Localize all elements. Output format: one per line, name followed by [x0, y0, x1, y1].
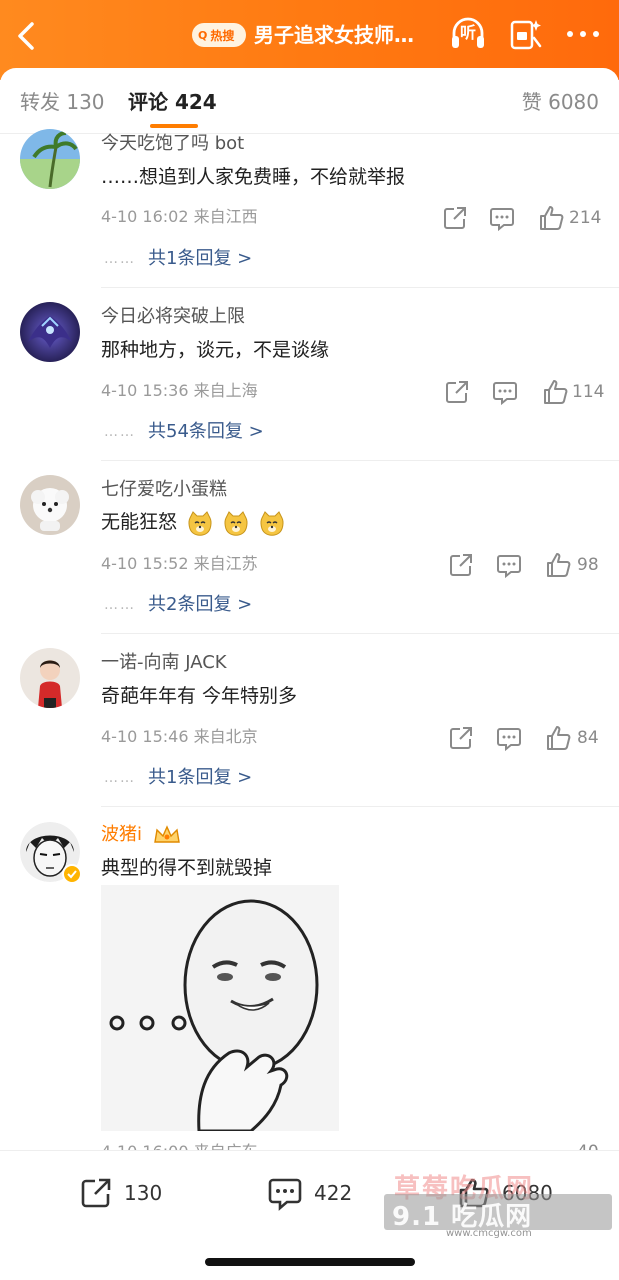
comment-content: 典型的得不到就毁掉 — [101, 857, 273, 879]
comment-meta: 4-10 16:02 来自江西 — [101, 207, 258, 226]
hot-badge-label: 热搜 — [210, 28, 235, 43]
comment-bubble-icon[interactable] — [490, 377, 520, 407]
avatar[interactable] — [20, 302, 80, 362]
comment-username[interactable]: 今日必将突破上限 — [101, 304, 245, 330]
comment-username[interactable]: 七仔爱吃小蛋糕 — [101, 477, 227, 503]
doge-emoji-icon — [224, 510, 248, 536]
comment-bubble-icon[interactable] — [487, 203, 517, 233]
like-button[interactable]: 6080 — [456, 1171, 553, 1215]
comment-meta: 4-10 15:46 来自北京 — [101, 727, 258, 746]
view-replies-link[interactable]: 共1条回复 > — [148, 765, 252, 791]
chevron-left-icon — [18, 22, 34, 50]
share-icon[interactable] — [440, 203, 470, 233]
like-count: 114 — [572, 382, 605, 402]
hot-search-badge[interactable]: Q 热搜 — [192, 23, 246, 47]
comment-bubble-icon[interactable] — [494, 550, 524, 580]
back-button[interactable] — [12, 18, 42, 54]
comment-content: ……想追到人家免费睡，不给就举报 — [101, 166, 406, 188]
reply-indent-dots: …… — [104, 770, 136, 786]
reply-indent-dots: …… — [104, 251, 136, 267]
view-replies-link[interactable]: 共2条回复 > — [148, 592, 252, 618]
listen-label: 听 — [459, 23, 476, 42]
comment-button[interactable]: 422 — [266, 1171, 352, 1215]
search-icon: Q — [198, 28, 208, 42]
divider — [101, 460, 619, 461]
comment-username[interactable]: 今天吃饱了吗 bot — [101, 131, 244, 157]
comment-content: 无能狂怒 — [101, 508, 285, 536]
divider — [101, 806, 619, 807]
verified-badge-icon — [62, 864, 82, 884]
username-text: 波猪i — [101, 824, 143, 845]
avatar[interactable] — [20, 822, 82, 884]
comment-username[interactable]: 波猪i — [101, 822, 182, 848]
comment-meta: 4-10 15:52 来自江苏 — [101, 554, 258, 573]
repost-count: 130 — [124, 1181, 163, 1205]
share-icon — [81, 1178, 111, 1208]
comment-bubble-icon[interactable] — [494, 723, 524, 753]
tab-like[interactable]: 赞 6080 — [522, 88, 599, 116]
like-count-total: 6080 — [502, 1181, 553, 1205]
share-icon[interactable] — [446, 723, 476, 753]
thumbs-up-icon — [459, 1178, 489, 1208]
repost-button[interactable]: 130 — [78, 1171, 162, 1215]
comment-meta: 4-10 15:36 来自上海 — [101, 381, 258, 400]
like-count: 214 — [569, 208, 602, 228]
share-icon[interactable] — [446, 550, 476, 580]
gift-sparkle-icon — [510, 20, 542, 50]
comment-count: 422 — [314, 1181, 353, 1205]
like-count: 84 — [577, 728, 599, 748]
share-icon[interactable] — [442, 377, 472, 407]
home-indicator[interactable] — [205, 1258, 415, 1266]
view-replies-link[interactable]: 共1条回复 > — [148, 246, 252, 272]
comment-content: 那种地方，谈元，不是谈缘 — [101, 339, 330, 361]
like-count: 98 — [577, 555, 599, 575]
listen-button[interactable]: 听 — [448, 14, 488, 54]
avatar[interactable] — [20, 129, 80, 189]
divider — [101, 287, 619, 288]
avatar[interactable] — [20, 648, 80, 708]
view-replies-link[interactable]: 共54条回复 > — [148, 419, 264, 445]
comment-username[interactable]: 一诺-向南 JACK — [101, 650, 227, 676]
doge-emoji-icon — [260, 510, 284, 536]
reply-indent-dots: …… — [104, 597, 136, 613]
comment-bubble-icon — [268, 1178, 302, 1211]
tab-bar: 转发 130 评论 424 赞 6080 — [0, 68, 619, 134]
doge-emoji-icon — [188, 510, 212, 536]
thumbs-up-icon[interactable] — [540, 377, 570, 407]
more-button[interactable] — [565, 22, 601, 46]
meme-image[interactable] — [101, 885, 339, 1131]
thumbs-up-icon[interactable] — [543, 550, 573, 580]
active-tab-indicator — [150, 124, 198, 128]
crown-icon — [153, 825, 180, 843]
comment-content: 奇葩年年有 今年特别多 — [101, 685, 298, 707]
comment-text: 无能狂怒 — [101, 511, 178, 533]
gift-button[interactable] — [506, 14, 546, 54]
more-dots-icon — [567, 31, 599, 37]
tab-comment[interactable]: 评论 424 — [128, 88, 217, 116]
reply-indent-dots: …… — [104, 424, 136, 440]
divider — [101, 633, 619, 634]
page-title: 男子追求女技师… — [254, 23, 414, 47]
thumbs-up-icon[interactable] — [543, 723, 573, 753]
avatar[interactable] — [20, 475, 80, 535]
tab-repost[interactable]: 转发 130 — [20, 88, 105, 116]
thumbs-up-icon[interactable] — [536, 203, 566, 233]
